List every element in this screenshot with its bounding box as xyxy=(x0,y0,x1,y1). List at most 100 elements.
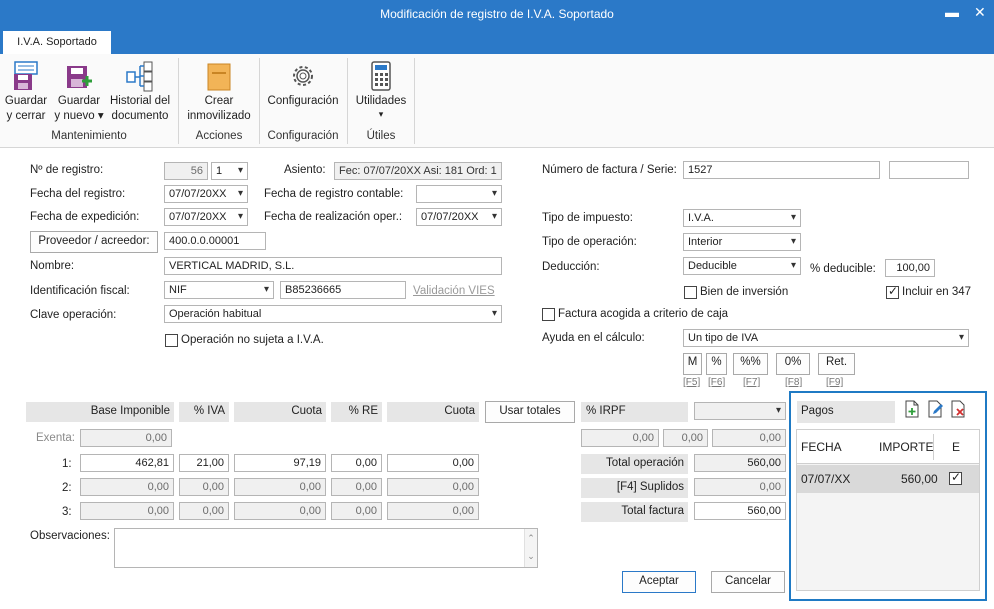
save-new-label-1: Guardar xyxy=(57,95,101,107)
irpf-value-2: 0,00 xyxy=(663,429,708,447)
pago-e-checkbox[interactable] xyxy=(949,470,962,485)
fecha-contable-field[interactable] xyxy=(416,185,502,203)
proveedor-code-field[interactable]: 400.0.0.00001 xyxy=(164,232,266,250)
suplidos-field: 0,00 xyxy=(694,478,786,496)
fecha-expedicion-field[interactable]: 07/07/20XX xyxy=(164,208,248,226)
label-exenta: Exenta: xyxy=(36,432,75,444)
deduccion-select[interactable]: Deducible xyxy=(683,257,801,275)
pago-fecha: 07/07/XX xyxy=(801,472,851,486)
tipo-impuesto-select[interactable]: I.V.A. xyxy=(683,209,801,227)
gear-icon xyxy=(293,66,313,86)
row-3-cuota-re: 0,00 xyxy=(387,502,479,520)
utilities-button[interactable]: Utilidades ▾ xyxy=(350,60,412,119)
save-new-label-2: y nuevo ▾ xyxy=(54,110,104,122)
save-close-button[interactable]: Guardar y cerrar xyxy=(4,60,48,124)
no-sujeta-checkbox[interactable] xyxy=(165,334,178,347)
irpf-type-select[interactable] xyxy=(694,402,786,420)
configuration-label: Configuración xyxy=(267,95,339,107)
serie-field[interactable] xyxy=(889,161,969,179)
no-sujeta-label: Operación no sujeta a I.V.A. xyxy=(181,334,324,346)
criterio-caja-checkbox[interactable] xyxy=(542,308,555,321)
bien-inversion-checkbox[interactable] xyxy=(684,286,697,299)
label-deduccion: Deducción: xyxy=(542,261,600,273)
label-observaciones: Observaciones: xyxy=(30,530,110,542)
label-tipo-operacion: Tipo de operación: xyxy=(542,236,637,248)
calculator-icon xyxy=(371,61,391,91)
incluir-347-checkbox[interactable] xyxy=(886,284,899,299)
fkey-f7: [F7] xyxy=(743,377,761,388)
history-label-1: Historial del xyxy=(109,95,171,107)
bien-inversion-label: Bien de inversión xyxy=(700,286,789,298)
fkey-f8: [F8] xyxy=(785,377,803,388)
fecha-realizacion-field[interactable]: 07/07/20XX xyxy=(416,208,502,226)
calc-zero-pct-button[interactable]: 0% xyxy=(776,353,810,375)
ribbon-separator xyxy=(414,58,415,144)
row-1-pct-iva[interactable]: 21,00 xyxy=(179,454,229,472)
row-1-cuota[interactable]: 97,19 xyxy=(234,454,326,472)
calc-m-button[interactable]: M xyxy=(683,353,702,375)
ribbon-separator xyxy=(178,58,179,144)
row-2-base: 0,00 xyxy=(80,478,174,496)
delete-document-icon[interactable] xyxy=(951,400,967,418)
aceptar-button[interactable]: Aceptar xyxy=(622,571,696,593)
row-1-cuota-re[interactable]: 0,00 xyxy=(387,454,479,472)
num-registro-serie-select[interactable]: 1 xyxy=(211,162,248,180)
close-icon[interactable]: ✕ xyxy=(974,4,986,21)
observaciones-textarea[interactable] xyxy=(114,528,538,568)
cancelar-button[interactable]: Cancelar xyxy=(711,571,785,593)
num-registro-field: 56 xyxy=(164,162,208,180)
configuration-button[interactable]: Configuración xyxy=(262,60,344,109)
row-2-pct-re: 0,00 xyxy=(331,478,382,496)
label-tipo-impuesto: Tipo de impuesto: xyxy=(542,212,633,224)
total-factura-field: 560,00 xyxy=(694,502,786,520)
label-clave-operacion: Clave operación: xyxy=(30,309,117,321)
ribbon-tab-strip: I.V.A. Soportado xyxy=(0,30,994,54)
clave-operacion-select[interactable]: Operación habitual xyxy=(164,305,502,323)
num-factura-field[interactable]: 1527 xyxy=(683,161,880,179)
calc-ret-button[interactable]: Ret. xyxy=(818,353,855,375)
history-label-2: documento xyxy=(111,110,169,122)
total-operacion-field: 560,00 xyxy=(694,454,786,472)
label-ayuda-calculo: Ayuda en el cálculo: xyxy=(542,332,645,344)
pago-importe: 560,00 xyxy=(901,472,938,486)
fkey-f6: [F6] xyxy=(708,377,726,388)
incluir-347-label: Incluir en 347 xyxy=(902,286,972,298)
edit-document-icon[interactable] xyxy=(928,400,944,418)
window-title: Modificación de registro de I.V.A. Sopor… xyxy=(380,7,614,21)
tab-iva-soportado[interactable]: I.V.A. Soportado xyxy=(3,31,111,54)
calc-pct-button[interactable]: % xyxy=(706,353,727,375)
id-type-select[interactable]: NIF xyxy=(164,281,274,299)
group-utiles: Útiles xyxy=(366,130,396,142)
ayuda-calculo-select[interactable]: Un tipo de IVA xyxy=(683,329,969,347)
validacion-vies-link[interactable]: Validación VIES xyxy=(413,285,495,297)
row-3-pct-iva: 0,00 xyxy=(179,502,229,520)
usar-totales-button[interactable]: Usar totales xyxy=(485,401,575,423)
id-number-field[interactable]: B85236665 xyxy=(280,281,406,299)
table-row[interactable]: 07/07/XX 560,00 xyxy=(797,465,979,493)
row-1-base[interactable]: 462,81 xyxy=(80,454,174,472)
title-bar: Modificación de registro de I.V.A. Sopor… xyxy=(0,0,994,30)
pagos-table: FECHA IMPORTE E 07/07/XX 560,00 xyxy=(796,429,980,591)
create-fixed-asset-button[interactable]: Crear inmovilizado xyxy=(182,60,256,124)
fecha-registro-field[interactable]: 07/07/20XX xyxy=(164,185,248,203)
proveedor-acreedor-button[interactable]: Proveedor / acreedor: xyxy=(30,231,158,253)
header-pct-iva: % IVA xyxy=(179,402,229,422)
criterio-caja-label: Factura acogida a criterio de caja xyxy=(558,308,729,320)
minimize-icon[interactable]: ▬ xyxy=(945,4,959,20)
calc-pctpct-button[interactable]: %% xyxy=(733,353,768,375)
save-close-icon xyxy=(14,61,38,90)
observaciones-scrollbar[interactable]: ⌃ ⌄ xyxy=(524,529,537,567)
save-new-button[interactable]: Guardar y nuevo ▾ xyxy=(52,60,106,124)
row-3-cuota: 0,00 xyxy=(234,502,326,520)
label-pct-deducible: % deducible: xyxy=(810,263,876,275)
nombre-field[interactable]: VERTICAL MADRID, S.L. xyxy=(164,257,502,275)
tipo-operacion-select[interactable]: Interior xyxy=(683,233,801,251)
group-acciones: Acciones xyxy=(195,130,243,142)
pagos-panel: Pagos FECHA IMPORTE E 07/07/XX 560,00 xyxy=(789,391,987,601)
document-history-button[interactable]: Historial del documento xyxy=(106,60,174,124)
pagos-header-importe: IMPORTE xyxy=(879,440,934,454)
fkey-f9: [F9] xyxy=(826,377,844,388)
pct-deducible-field[interactable]: 100,00 xyxy=(885,259,935,277)
row-1-pct-re[interactable]: 0,00 xyxy=(331,454,382,472)
new-document-icon[interactable] xyxy=(905,400,919,418)
